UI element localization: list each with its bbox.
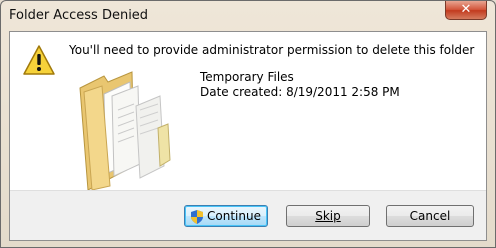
skip-label: Skip: [315, 209, 341, 223]
window-title: Folder Access Denied: [9, 8, 149, 23]
file-date-created: Date created: 8/19/2011 2:58 PM: [200, 85, 400, 99]
folder-icon: [79, 71, 171, 190]
continue-button[interactable]: Continue: [184, 205, 268, 227]
dialog-content: You'll need to provide administrator per…: [9, 31, 487, 241]
cancel-label: Cancel: [409, 209, 451, 223]
warning-icon: [23, 45, 55, 75]
permission-message: You'll need to provide administrator per…: [69, 43, 475, 57]
file-name: Temporary Files: [200, 70, 294, 84]
dialog-window: Folder Access Denied ✕ You'll need to pr…: [0, 0, 496, 248]
cancel-button[interactable]: Cancel: [386, 205, 474, 227]
continue-label: Continue: [207, 209, 261, 223]
close-icon: ✕: [460, 2, 472, 17]
close-button[interactable]: ✕: [445, 1, 487, 20]
uac-shield-icon: [191, 209, 204, 224]
title-bar[interactable]: Folder Access Denied ✕: [1, 1, 495, 31]
skip-button[interactable]: Skip: [286, 205, 370, 227]
